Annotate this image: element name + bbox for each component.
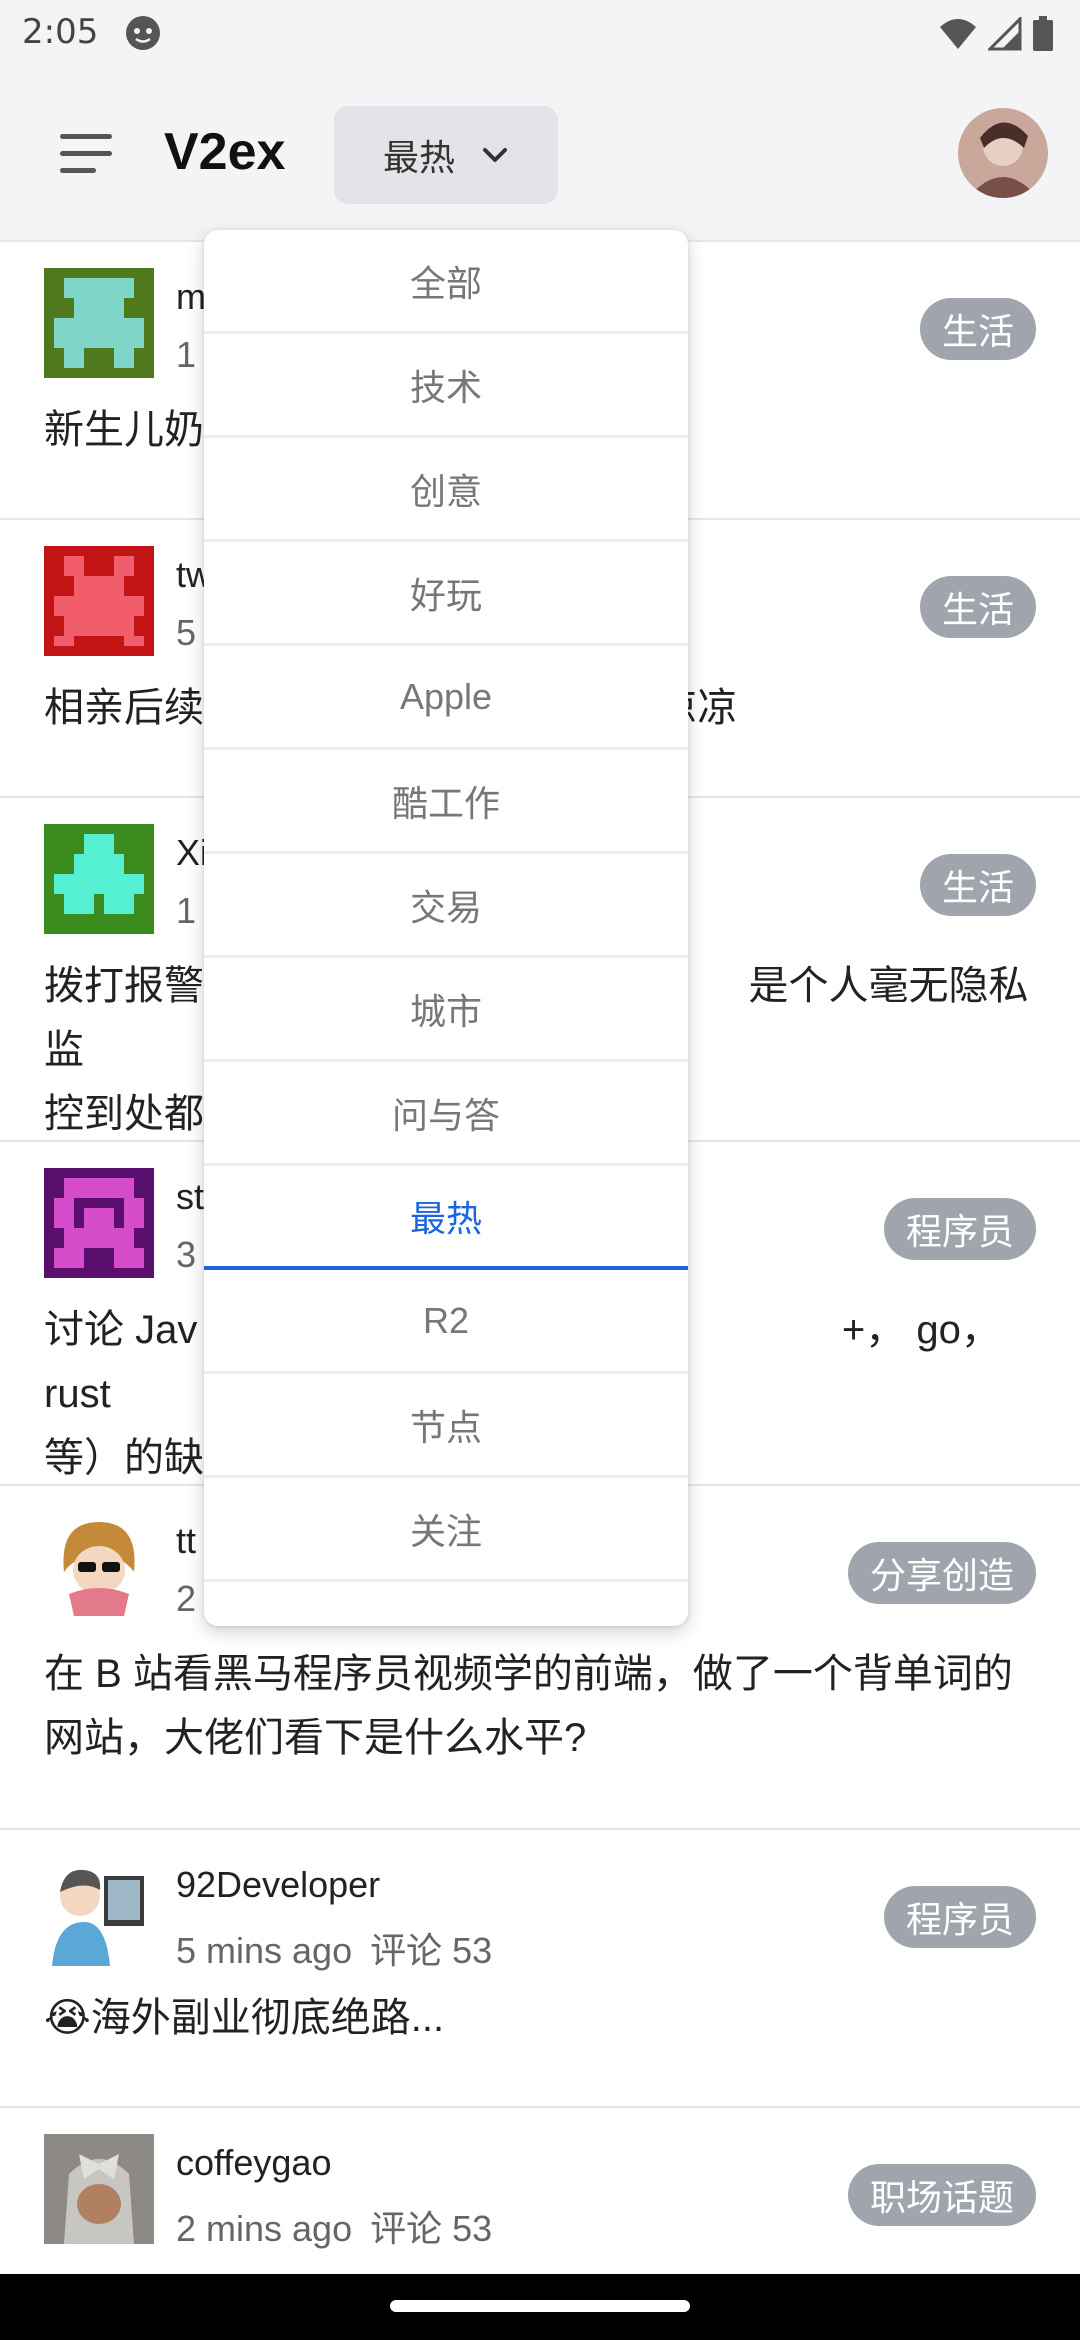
dropdown-item-all[interactable]: 全部 [204, 230, 688, 334]
node-badge[interactable]: 生活 [919, 298, 1036, 360]
node-badge[interactable]: 职场话题 [847, 2164, 1036, 2226]
topic-title-line-2: 控到处都 [44, 1092, 204, 1136]
comment-count: 评论 53 [370, 1930, 493, 1971]
node-badge[interactable]: 生活 [919, 576, 1036, 638]
topic-item[interactable]: coffeygao 2 mins ago 评论 53 职场话题 [0, 2108, 1080, 2286]
post-time: 1 [176, 334, 197, 375]
dropdown-item-following[interactable]: 关注 [204, 1478, 688, 1582]
dropdown-item-creative[interactable]: 创意 [204, 438, 688, 542]
dropdown-item-jobs[interactable]: 酷工作 [204, 750, 688, 854]
post-time: 5 mins ago [176, 1930, 353, 1971]
signal-icon [988, 17, 1022, 51]
menu-button[interactable] [58, 130, 114, 178]
post-meta: 5 [176, 612, 196, 654]
user-avatar[interactable] [958, 108, 1048, 198]
post-meta: 5 mins ago 评论 53 [176, 1922, 492, 1974]
author-avatar [44, 1168, 154, 1278]
dropdown-item-nodes[interactable]: 节点 [204, 1374, 688, 1478]
dropdown-item-deals[interactable]: 交易 [204, 854, 688, 958]
post-meta: 1 [176, 890, 196, 932]
dropdown-item-city[interactable]: 城市 [204, 958, 688, 1062]
post-meta: 1 [176, 334, 196, 376]
author-name: 92Developer [176, 1864, 381, 1905]
author-avatar [44, 824, 154, 934]
dropdown-item-hot[interactable]: 最热 [204, 1166, 688, 1270]
post-meta: 2 [176, 1578, 196, 1620]
author-name: st [176, 1176, 205, 1217]
user-avatar-image [958, 108, 1048, 198]
home-indicator[interactable] [390, 2300, 690, 2312]
post-time: 3 [176, 1234, 197, 1275]
app-bar: V2ex 最热 [0, 66, 1080, 242]
post-time: 2 [176, 1578, 197, 1619]
comment-count: 评论 53 [370, 2208, 493, 2249]
author-name: m [176, 276, 206, 317]
post-meta: 3 [176, 1234, 196, 1276]
node-badge[interactable]: 程序员 [883, 1886, 1036, 1948]
app-notification-icon [126, 16, 160, 50]
topic-title: 😭海外副业彻底绝路... [44, 1996, 445, 2040]
dropdown-item-r2[interactable]: R2 [204, 1270, 688, 1374]
author-avatar [44, 1512, 154, 1622]
post-meta: 2 mins ago 评论 53 [176, 2200, 492, 2252]
status-bar: 2:05 [0, 0, 1080, 66]
dropdown-item-play[interactable]: 好玩 [204, 542, 688, 646]
app-title: V2ex [164, 123, 286, 181]
topic-item[interactable]: 92Developer 5 mins ago 评论 53 程序员 😭海外副业彻底绝… [0, 1830, 1080, 2108]
system-nav-bar [0, 2274, 1080, 2340]
node-badge[interactable]: 分享创造 [847, 1542, 1036, 1604]
current-tab-label: 最热 [382, 137, 455, 178]
wifi-icon [940, 19, 976, 49]
post-time: 2 mins ago [176, 2208, 353, 2249]
post-time: 5 [176, 612, 197, 653]
author-avatar [44, 546, 154, 656]
dropdown-item-tech[interactable]: 技术 [204, 334, 688, 438]
dropdown-item-apple[interactable]: Apple [204, 646, 688, 750]
battery-icon [1033, 16, 1053, 51]
node-badge[interactable]: 生活 [919, 854, 1036, 916]
hamburger-icon [60, 134, 112, 139]
tab-selector-button[interactable]: 最热 [334, 106, 558, 204]
tab-dropdown-menu: 全部 技术 创意 好玩 Apple 酷工作 交易 城市 问与答 最热 R2 节点… [204, 230, 688, 1626]
author-avatar [44, 1856, 154, 1966]
dropdown-item-qna[interactable]: 问与答 [204, 1062, 688, 1166]
author-name: coffeygao [176, 2142, 332, 2183]
status-time: 2:05 [22, 12, 99, 52]
topic-title-line-2: 等）的缺 [44, 1436, 204, 1480]
post-time: 1 [176, 890, 197, 931]
topic-title: 在 B 站看黑马程序员视频学的前端，做了一个背单词的网站，大佬们看下是什么水平? [44, 1652, 1013, 1760]
author-avatar [44, 268, 154, 378]
node-badge[interactable]: 程序员 [883, 1198, 1036, 1260]
author-name: tt [176, 1520, 197, 1561]
author-avatar [44, 2134, 154, 2244]
chevron-down-icon [483, 148, 507, 162]
